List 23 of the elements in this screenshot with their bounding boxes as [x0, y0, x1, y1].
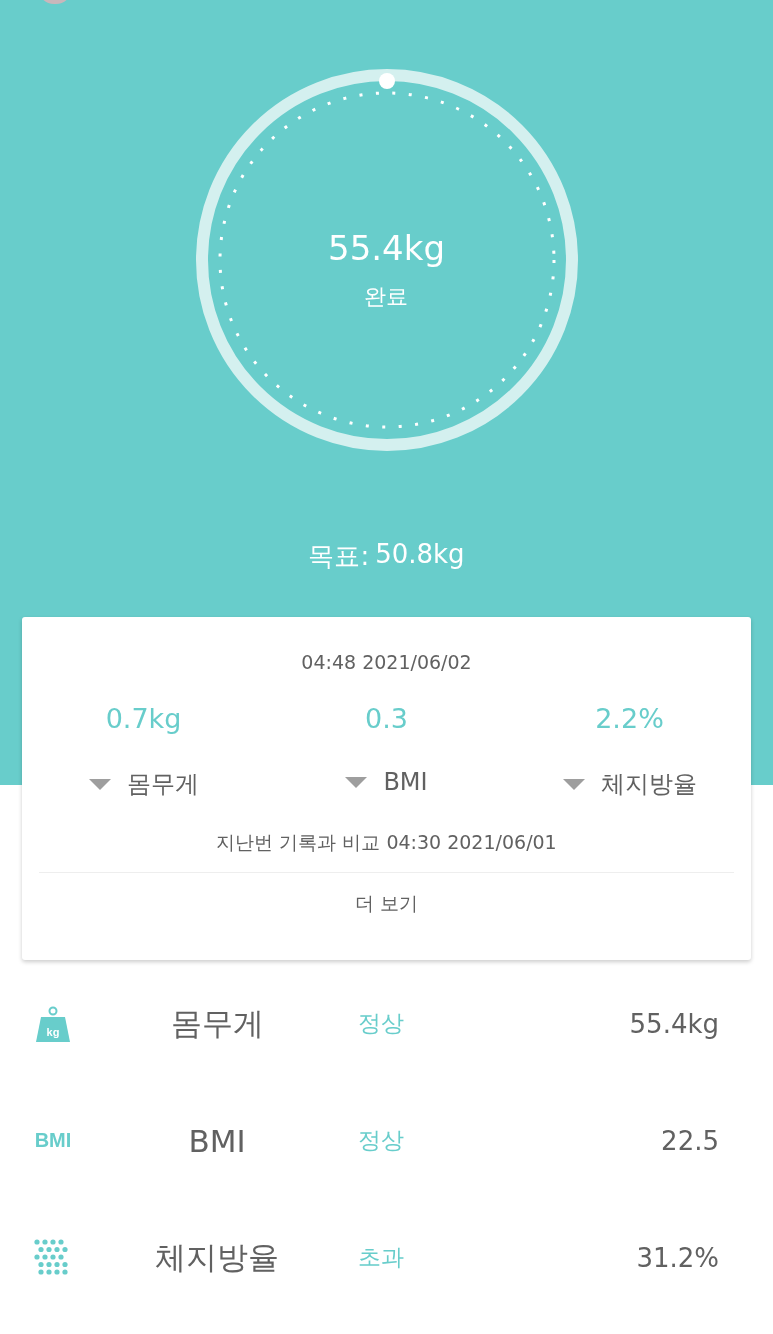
metric-status: 초과: [357, 1243, 405, 1272]
metric-value: 55.4kg: [628, 1008, 720, 1039]
metric-name: 몸무게: [169, 1003, 265, 1043]
change-label: BMI: [383, 768, 428, 796]
change-label: 체지방율: [600, 769, 697, 800]
goal-value: 50.8kg: [375, 539, 465, 571]
goal-label: 목표:: [308, 540, 370, 573]
status-text: 완료: [364, 283, 409, 311]
weight-value: 55.4kg: [328, 228, 445, 268]
metric-value: 31.2%: [635, 1242, 720, 1273]
comparison-text: 지난번 기록과 비교 04:30 2021/06/01: [216, 830, 557, 855]
change-value: 2.2%: [595, 703, 664, 734]
metric-status: 정상: [357, 1009, 405, 1038]
timestamp: 04:48 2021/06/02: [301, 651, 472, 673]
metric-name: BMI: [187, 1122, 247, 1159]
metric-name: 체지방율: [154, 1237, 280, 1277]
more-button[interactable]: 더 보기: [344, 887, 428, 921]
change-value: 0.3: [365, 703, 408, 734]
change-value: 0.7kg: [105, 703, 182, 734]
metric-status: 정상: [357, 1126, 405, 1155]
metric-value: 22.5: [660, 1125, 720, 1156]
change-label: 몸무게: [126, 769, 199, 800]
bmi-icon: BMI: [34, 1129, 72, 1152]
